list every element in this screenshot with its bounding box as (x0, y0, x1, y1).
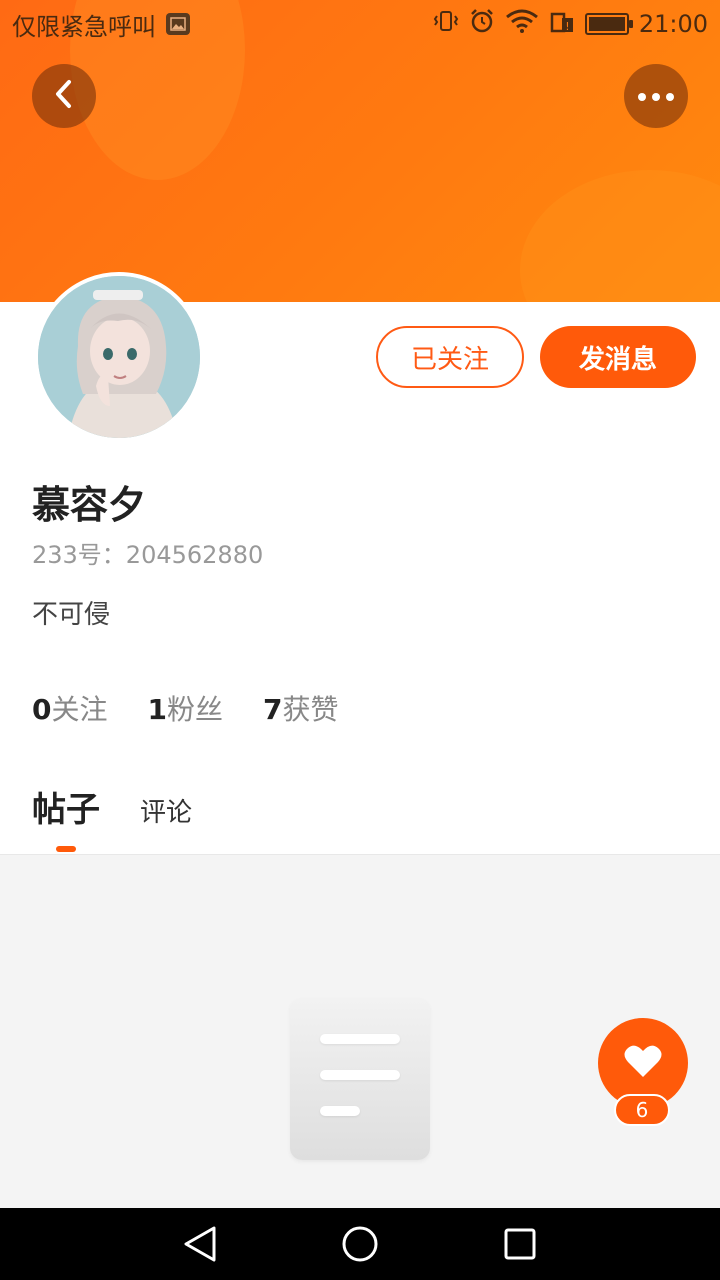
active-tab-indicator (56, 846, 76, 852)
nav-home-button[interactable] (338, 1222, 382, 1266)
carrier-text: 仅限紧急呼叫 (12, 12, 156, 41)
profile-stats: 0关注 1粉丝 7获赞 (32, 688, 339, 728)
stat-number: 0 (32, 693, 52, 726)
tab-comments[interactable]: 评论 (140, 792, 192, 829)
nav-back-button[interactable] (178, 1222, 222, 1266)
profile-name: 慕容夕 (32, 483, 147, 527)
following-button[interactable]: 已关注 (376, 326, 524, 388)
circle-home-icon (342, 1226, 378, 1262)
sim-alert-icon: ! (549, 8, 575, 40)
tab-posts[interactable]: 帖子 (32, 782, 100, 852)
header-decoration (520, 170, 720, 302)
system-navigation-bar (0, 1208, 720, 1280)
tab-label: 帖子 (32, 790, 100, 830)
stat-label: 关注 (51, 693, 108, 726)
empty-document-icon (290, 998, 430, 1160)
nav-recents-button[interactable] (498, 1222, 542, 1266)
svg-text:!: ! (565, 20, 569, 33)
avatar[interactable] (34, 272, 204, 442)
status-bar: 仅限紧急呼叫 ! 21:00 (0, 0, 720, 48)
user-id: 233号：204562880 (32, 541, 264, 569)
stat-label: 获赞 (282, 693, 339, 726)
chevron-left-icon (52, 79, 76, 113)
vibrate-icon (433, 9, 459, 39)
triangle-back-icon (184, 1226, 216, 1262)
alarm-icon (469, 8, 495, 40)
heart-icon (623, 1043, 663, 1083)
stat-number: 1 (147, 693, 167, 726)
clock-time: 21:00 (638, 10, 708, 38)
user-bio: 不可侵 (32, 600, 111, 630)
more-horizontal-icon (636, 87, 676, 106)
stat-number: 7 (263, 693, 283, 726)
battery-icon (584, 13, 633, 35)
more-options-button[interactable] (624, 64, 688, 128)
stat-label: 粉丝 (166, 693, 223, 726)
profile-tabs: 帖子 评论 (32, 782, 192, 852)
following-count[interactable]: 0关注 (32, 688, 108, 728)
send-message-button[interactable]: 发消息 (540, 326, 696, 388)
image-notification-icon (166, 13, 190, 35)
wifi-icon (505, 9, 539, 39)
avatar-illustration (38, 276, 200, 438)
followers-count[interactable]: 1粉丝 (148, 688, 224, 728)
like-count-badge: 6 (614, 1094, 670, 1126)
back-button[interactable] (32, 64, 96, 128)
likes-received-count: 7获赞 (263, 688, 339, 728)
square-recents-icon (504, 1228, 536, 1260)
